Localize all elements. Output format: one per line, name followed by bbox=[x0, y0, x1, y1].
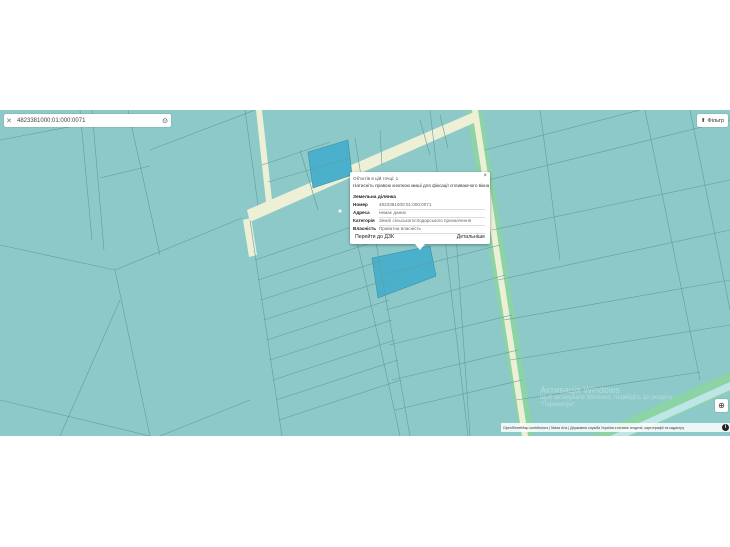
activation-watermark: Активація Windows Щоб активувати Windows… bbox=[540, 385, 673, 408]
filter-icon: ⬆ bbox=[700, 117, 706, 124]
parcel-info-table: Номер 4823381000:01:000:0071 Адреса нема… bbox=[353, 202, 485, 234]
crosshair-icon: ⊕ bbox=[718, 401, 725, 410]
search-input[interactable]: 4823381000:01:000:0071 bbox=[14, 118, 159, 124]
go-to-dzk-button[interactable]: Перейти до ДЗК bbox=[355, 234, 394, 240]
popup-tail bbox=[415, 244, 425, 250]
info-icon[interactable]: i bbox=[722, 424, 729, 431]
popup-hint: Натисніть правою кнопкою миші для фіксац… bbox=[353, 183, 490, 188]
row-key: Власність bbox=[353, 225, 377, 231]
target-icon[interactable]: ⊙ bbox=[159, 117, 171, 125]
row-key: Категорія bbox=[353, 217, 375, 223]
attribution-text: OpenStreetMap contributors | Мапа Ans | … bbox=[503, 425, 685, 430]
close-icon[interactable]: × bbox=[483, 173, 487, 179]
search-box[interactable]: ✕ 4823381000:01:000:0071 ⊙ bbox=[4, 114, 171, 127]
table-row: Власність Приватна власність bbox=[353, 225, 485, 234]
row-value: немає даних bbox=[379, 209, 485, 218]
table-row: Номер 4823381000:01:000:0071 bbox=[353, 202, 485, 210]
row-key: Номер bbox=[353, 202, 368, 207]
parcel-popup: × Об'єктів в цій точці: 1 Натисніть прав… bbox=[350, 172, 490, 250]
filter-label: Фільтр bbox=[707, 117, 725, 124]
objects-count: Об'єктів в цій точці: 1 bbox=[353, 176, 399, 181]
close-icon[interactable]: ✕ bbox=[4, 117, 14, 125]
locate-button[interactable]: ⊕ bbox=[715, 399, 728, 412]
details-button[interactable]: Детальніше bbox=[457, 234, 485, 240]
table-row: Категорія Землі сільськогосподарського п… bbox=[353, 217, 485, 226]
row-value: 4823381000:01:000:0071 bbox=[379, 202, 485, 210]
map-attribution: OpenStreetMap contributors | Мапа Ans | … bbox=[501, 423, 730, 432]
filter-button[interactable]: ⬆ Фільтр bbox=[697, 114, 728, 127]
section-title: Земельна ділянка bbox=[353, 195, 396, 200]
table-row: Адреса немає даних bbox=[353, 209, 485, 218]
row-key: Адреса bbox=[353, 209, 370, 215]
row-value: Приватна власність bbox=[379, 225, 485, 234]
row-value: Землі сільськогосподарського призначення bbox=[379, 217, 485, 226]
